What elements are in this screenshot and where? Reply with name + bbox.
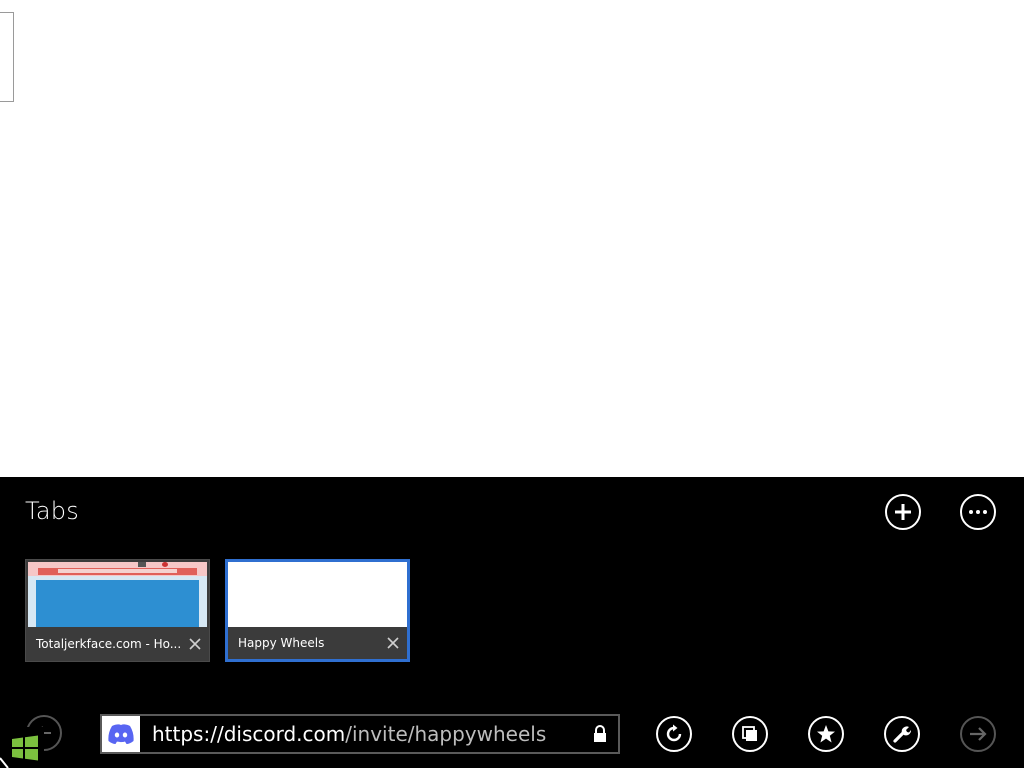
url-path: /invite/happywheels xyxy=(345,722,547,746)
pin-button[interactable] xyxy=(732,716,768,752)
lock-icon xyxy=(594,725,606,742)
address-bar[interactable]: https://discord.com/invite/happywheels xyxy=(100,714,620,754)
tab-card-totaljerkface[interactable]: Totaljerkface.com - Ho... xyxy=(25,559,210,662)
forward-arrow-icon xyxy=(970,727,987,741)
secure-lock[interactable] xyxy=(582,725,618,743)
page-edge-element xyxy=(0,12,14,102)
start-button[interactable] xyxy=(0,727,44,769)
tabs-heading: Tabs xyxy=(25,497,79,525)
tab-title: Totaljerkface.com - Ho... xyxy=(36,637,181,651)
tab-title: Happy Wheels xyxy=(238,636,325,650)
ellipsis-icon xyxy=(969,510,987,514)
wrench-icon xyxy=(893,726,912,743)
plus-icon xyxy=(895,504,911,520)
tab-card-happy-wheels[interactable]: Happy Wheels xyxy=(225,559,410,662)
close-icon xyxy=(189,638,201,650)
forward-button[interactable] xyxy=(960,716,996,752)
url-host: https://discord.com xyxy=(152,722,346,746)
tab-close-button[interactable] xyxy=(181,638,209,650)
tab-thumbnail xyxy=(28,562,207,627)
refresh-icon xyxy=(666,724,682,742)
close-icon xyxy=(387,637,399,649)
star-icon xyxy=(817,725,835,743)
tab-thumbnail xyxy=(228,562,407,627)
pin-icon xyxy=(742,726,757,741)
browser-app-bar: Tabs Totaljerkface.com - Ho... Happy Whe… xyxy=(0,477,1024,769)
windows-logo-icon xyxy=(0,735,38,769)
discord-icon xyxy=(108,724,134,744)
favorites-button[interactable] xyxy=(808,716,844,752)
tab-close-button[interactable] xyxy=(379,637,407,649)
more-button[interactable] xyxy=(960,494,996,530)
tools-button[interactable] xyxy=(884,716,920,752)
url-field[interactable]: https://discord.com/invite/happywheels xyxy=(140,722,582,746)
new-tab-button[interactable] xyxy=(885,494,921,530)
refresh-button[interactable] xyxy=(656,716,692,752)
web-page-content[interactable] xyxy=(0,0,1024,477)
site-favicon xyxy=(102,716,140,752)
